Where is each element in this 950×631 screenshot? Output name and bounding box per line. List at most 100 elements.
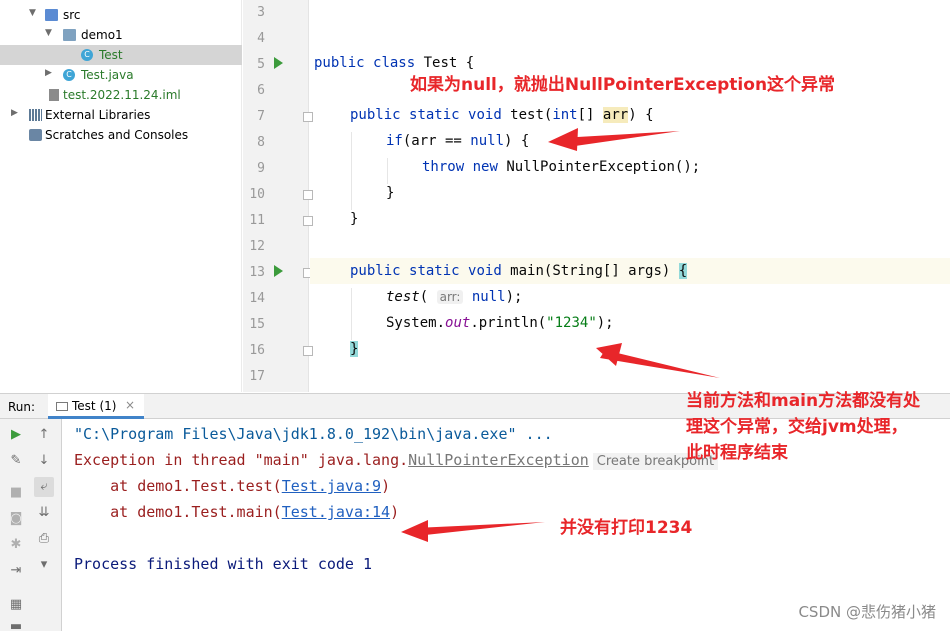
line-number: 8 [257, 135, 265, 150]
code-text: .println( [470, 315, 547, 331]
trash-icon[interactable]: ▾ [36, 557, 52, 573]
keyword: void [468, 263, 502, 279]
exception-text: Exception in thread "main" java.lang. [74, 451, 409, 469]
source-link[interactable]: Test.java:9 [282, 477, 381, 495]
code-text: ); [505, 289, 523, 305]
code-text: test( [501, 107, 553, 123]
print-icon[interactable]: ⎙ [36, 531, 52, 547]
chevron-right-icon[interactable]: ▶ [45, 68, 52, 78]
scroll-to-end-icon[interactable]: ⇊ [36, 505, 52, 521]
tree-item-label: Scratches and Consoles [45, 128, 189, 142]
line-number: 11 [249, 213, 265, 228]
source-link[interactable]: Test.java:14 [282, 503, 390, 521]
console-line-command: "C:\Program Files\Java\jdk1.8.0_192\bin\… [74, 425, 553, 443]
annotation-no-print-note: 并没有打印1234 [560, 518, 693, 538]
code-text: ) { [504, 133, 530, 149]
run-class-icon[interactable] [274, 57, 283, 69]
code-text: System. [386, 315, 446, 331]
console-output[interactable]: "C:\Program Files\Java\jdk1.8.0_192\bin\… [62, 419, 950, 631]
code-text: main(String[] args) [501, 263, 679, 279]
indent-guide [351, 132, 352, 210]
code-text: Test { [415, 55, 475, 71]
tree-item-label: demo1 [81, 28, 123, 42]
stack-text: ) [381, 477, 391, 495]
code-line-14: test( arr: null); [386, 284, 522, 310]
line-number: 14 [249, 291, 265, 306]
exit-icon[interactable]: ⇥ [8, 563, 24, 579]
keyword: class [373, 55, 416, 71]
arrow-down-icon[interactable]: ↓ [36, 453, 52, 469]
project-tree: ▼ src ▼ demo1 C Test ▶ C Test.java test.… [0, 0, 242, 392]
pin-icon[interactable]: ▬ [8, 619, 24, 631]
annotation-jvm-note-line3: 此时程序结束 [686, 443, 788, 463]
line-number: 5 [257, 57, 265, 72]
console-line-exit: Process finished with exit code 1 [74, 555, 373, 573]
close-icon[interactable]: × [125, 398, 135, 412]
line-number: 6 [257, 83, 265, 98]
parameter-hint: arr: [436, 290, 464, 304]
keyword: public [314, 55, 365, 71]
line-number: 15 [249, 317, 265, 332]
run-tab-label: Test (1) [72, 399, 117, 413]
string-literal: "1234" [546, 315, 597, 331]
stack-text: ) [390, 503, 400, 521]
tree-item-external-libraries[interactable]: ▶ External Libraries [0, 105, 242, 125]
keyword: public [350, 263, 401, 279]
stack-text: at demo1.Test.test( [74, 477, 282, 495]
run-tab[interactable]: Test (1) × [48, 394, 144, 419]
run-toolbar: ▶ ↑ ✎ ↓ ■ ⤶ ◙ ⇊ ✱ ⎙ ⇥ ▾ ▦ ▬ [0, 419, 62, 631]
tree-item-src[interactable]: ▼ src [0, 5, 242, 25]
library-icon [29, 109, 42, 121]
console-line-stack2: at demo1.Test.main(Test.java:14) [74, 499, 399, 525]
keyword: int [552, 107, 578, 123]
line-number: 12 [249, 239, 265, 254]
method-call: test [386, 289, 420, 305]
tree-item-scratches[interactable]: Scratches and Consoles [0, 125, 242, 145]
keyword: new [472, 159, 498, 175]
keyword: public [350, 107, 401, 123]
line-gutter: 3 4 5 6 7 8 9 10 11 12 13 14 15 16 17 [243, 0, 313, 392]
settings-icon[interactable]: ✱ [8, 537, 24, 553]
annotation-throw-note: 如果为null，就抛出NullPointerException这个异常 [410, 75, 836, 95]
camera-icon[interactable]: ◙ [8, 511, 24, 527]
param-arr: arr [602, 107, 629, 123]
keyword: null [470, 133, 505, 149]
arrow-up-icon[interactable]: ↑ [36, 427, 52, 443]
tree-item-iml[interactable]: test.2022.11.24.iml [0, 85, 242, 105]
tree-item-label: src [63, 8, 81, 22]
line-number: 9 [257, 161, 265, 176]
code-line-16: } [350, 336, 359, 362]
tree-item-test-java[interactable]: ▶ C Test.java [0, 65, 242, 85]
matched-brace: } [350, 341, 359, 357]
chevron-down-icon[interactable]: ▼ [45, 28, 52, 38]
code-line-10: } [386, 185, 395, 201]
soft-wrap-icon[interactable]: ⤶ [34, 477, 54, 497]
fold-icon[interactable] [303, 346, 313, 356]
tree-item-demo1[interactable]: ▼ demo1 [0, 25, 242, 45]
fold-icon[interactable] [303, 190, 313, 200]
rerun-icon[interactable]: ▶ [8, 427, 24, 443]
line-number: 17 [249, 369, 265, 384]
layout-icon[interactable]: ▦ [8, 597, 24, 613]
run-main-icon[interactable] [274, 265, 283, 277]
exception-link[interactable]: NullPointerException [408, 451, 589, 469]
fold-icon[interactable] [303, 216, 313, 226]
tree-item-label: Test.java [81, 68, 134, 82]
class-icon: C [81, 49, 93, 61]
line-number: 13 [249, 265, 265, 280]
code-editor[interactable]: 3 4 5 6 7 8 9 10 11 12 13 14 15 16 17 pu… [243, 0, 950, 392]
keyword: throw [422, 159, 465, 175]
tree-item-test-class[interactable]: C Test [0, 45, 242, 65]
line-number: 10 [249, 187, 265, 202]
code-line-15: System.out.println("1234"); [386, 310, 614, 336]
stop-icon[interactable]: ■ [8, 485, 24, 501]
keyword: if [386, 133, 403, 149]
tree-item-label: Test [99, 48, 123, 62]
stack-text: at demo1.Test.main( [74, 503, 282, 521]
chevron-right-icon[interactable]: ▶ [11, 108, 18, 118]
chevron-down-icon[interactable]: ▼ [29, 8, 36, 18]
fold-icon[interactable] [303, 112, 313, 122]
tree-item-label: External Libraries [45, 108, 151, 122]
wrench-icon[interactable]: ✎ [8, 453, 24, 469]
code-text: (arr == [402, 133, 471, 149]
